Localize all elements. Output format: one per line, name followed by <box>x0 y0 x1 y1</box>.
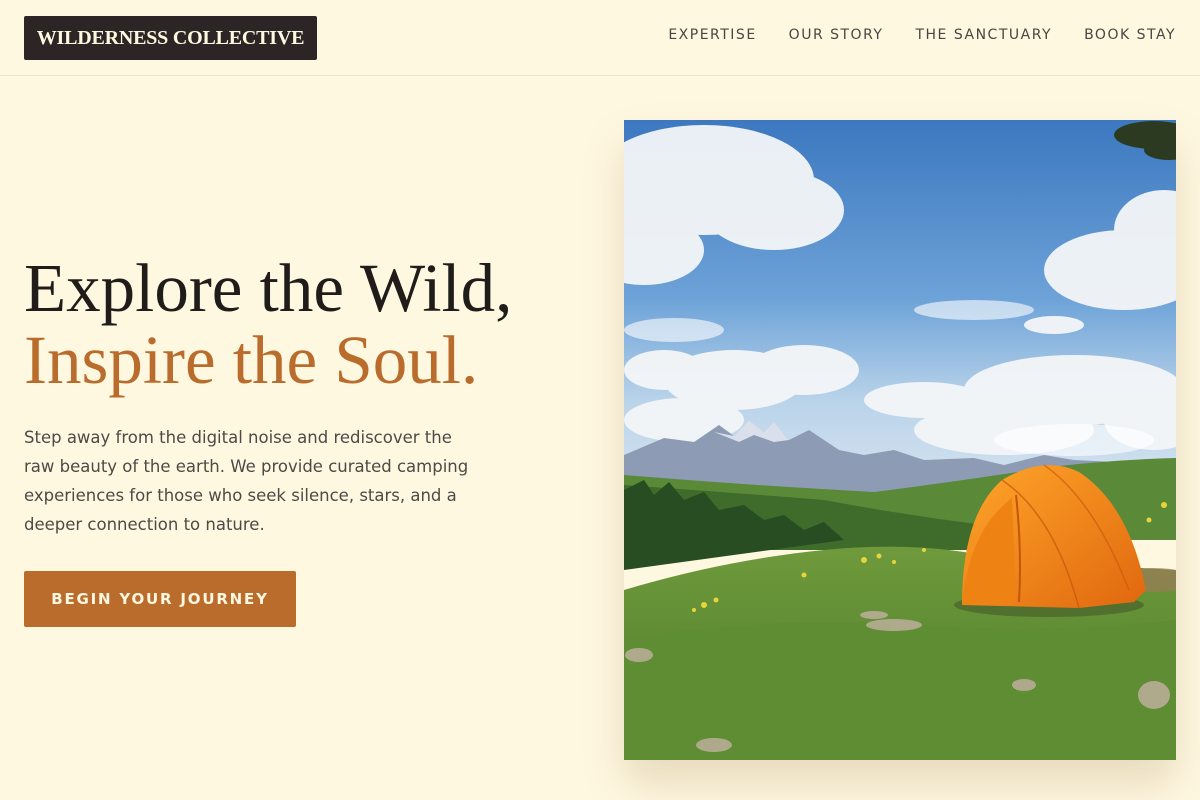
hero-title-line-2: Inspire the Soul. <box>24 322 479 398</box>
campsite-illustration <box>624 120 1176 760</box>
nav-link-expertise[interactable]: EXPERTISE <box>668 27 756 43</box>
hero-title-line-1: Explore the Wild, <box>24 250 513 326</box>
nav-link-our-story[interactable]: OUR STORY <box>789 27 884 43</box>
site-header: WILDERNESS COLLECTIVE EXPERTISE OUR STOR… <box>0 0 1200 76</box>
hero-description: Step away from the digital noise and red… <box>24 428 469 534</box>
hero-title: Explore the Wild, Inspire the Soul. <box>24 252 512 396</box>
nav-link-book-stay[interactable]: BOOK STAY <box>1084 27 1176 43</box>
brand-logo[interactable]: WILDERNESS COLLECTIVE <box>24 16 317 60</box>
begin-journey-button[interactable]: BEGIN YOUR JOURNEY <box>24 571 296 627</box>
nav-link-the-sanctuary[interactable]: THE SANCTUARY <box>915 27 1052 43</box>
main-nav: EXPERTISE OUR STORY THE SANCTUARY BOOK S… <box>668 27 1176 43</box>
hero-image <box>624 120 1176 760</box>
